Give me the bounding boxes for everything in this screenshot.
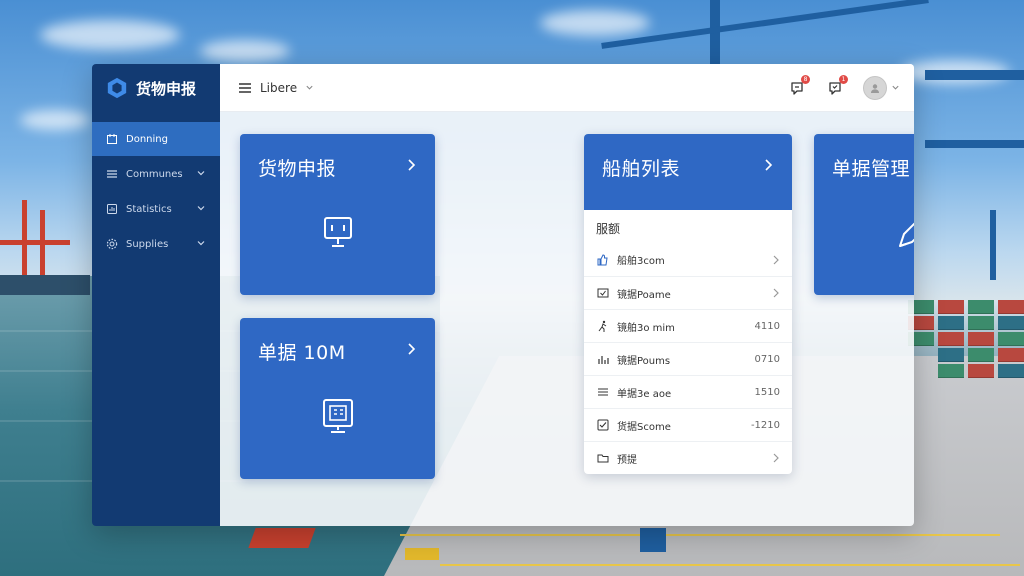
list-item-label: 船舶3com [617,256,665,267]
list-section-title: 服额 [596,222,621,236]
chevron-right-icon [773,453,779,463]
message-badge: 1 [839,74,848,84]
topbar: Libere 8 1 [220,64,914,112]
folder-icon [596,451,610,465]
notification-button[interactable]: 8 [787,74,810,98]
list-item-value: 4110 [754,320,780,332]
notification-badge: 8 [801,74,810,84]
document-icon [104,133,120,145]
ship-list-header[interactable]: 船舶列表 [584,134,792,210]
sidebar: 货物申报 Donning Communes Statistics Supplie… [92,64,220,526]
list-item[interactable]: 镜据Poame [584,276,792,309]
card-title: 单据管理 [832,158,911,180]
list-item-label: 镜据Poame [617,289,671,301]
check-box-icon [596,286,610,300]
chevron-right-icon [773,255,779,264]
list-item-value: -1210 [750,419,780,431]
sidebar-item-label: Statistics [126,203,172,215]
app-window: 货物申报 Donning Communes Statistics Supplie… [92,64,914,526]
layers-icon [104,168,120,180]
sidebar-item-label: Communes [126,168,183,180]
hexagon-logo-icon [107,77,127,99]
list-item[interactable]: 镜舶3o mim 4110 [584,309,792,342]
sidebar-item-label: Donning [126,133,168,145]
thumb-icon [596,253,610,267]
list-item[interactable]: 船舶3com [584,243,792,276]
menu-label: Libere [260,80,298,95]
chevron-down-icon [197,241,205,246]
list-item-value: 1510 [754,386,780,398]
card-document-management[interactable]: 单据管理 [814,134,914,295]
list-item-label: 货据Scome [617,421,671,433]
card-document-10m[interactable]: 单据 10M [240,318,435,479]
edit-pen-icon [898,222,914,247]
gear-icon [104,238,120,250]
brand[interactable]: 货物申报 [92,64,220,112]
list-item[interactable]: 货据Scome -1210 [584,408,792,441]
checkbox-done-icon [596,418,610,432]
chevron-right-icon [408,159,416,171]
user-avatar-icon [863,75,887,100]
chevron-down-icon [892,85,899,90]
list-item-label: 镜据Poums [617,355,671,367]
chart-icon [104,203,120,215]
card-title: 单据 10M [258,342,346,364]
sidebar-item-supplies[interactable]: Supplies [92,227,220,261]
card-title: 货物申报 [258,158,337,180]
card-title: 船舶列表 [602,158,681,180]
user-menu[interactable] [863,75,900,100]
list-item[interactable]: 单据3e aoe 1510 [584,375,792,408]
chevron-down-icon [306,85,313,90]
chevron-right-icon [773,288,779,298]
person-run-icon [596,319,610,333]
list-item-label: 预提 [617,454,637,466]
list-item-value: 0710 [754,353,780,365]
list-item-label: 单据3e aoe [617,388,672,400]
ship-list-card: 船舶列表 服额 船舶3com 镜据Poame 镜舶3o mim 4110 镜据P… [584,134,792,474]
sidebar-item-label: Supplies [126,238,169,250]
list-item[interactable]: 镜据Poums 0710 [584,342,792,375]
chevron-right-icon [765,159,773,171]
list-item-label: 镜舶3o mim [617,322,675,334]
sidebar-item-donning[interactable]: Donning [92,122,220,156]
message-button[interactable]: 1 [825,74,848,98]
card-cargo-declaration[interactable]: 货物申报 [240,134,435,295]
list-icon [596,385,610,399]
chevron-down-icon [197,206,205,211]
sidebar-item-statistics[interactable]: Statistics [92,192,220,226]
menu-dropdown[interactable]: Libere [238,81,314,95]
screen-icon [322,399,353,433]
main-content: Libere 8 1 货物申报 单据管理 单据 10M 船舶列表 服额 船舶3c… [220,64,914,526]
bar-chart-icon [596,352,610,366]
list-item[interactable]: 预提 [584,441,792,474]
monitor-icon [323,217,352,247]
hamburger-icon [239,82,251,93]
chevron-down-icon [197,171,205,176]
chevron-right-icon [408,343,416,355]
brand-title: 货物申报 [136,79,197,98]
sidebar-item-communes[interactable]: Communes [92,157,220,191]
